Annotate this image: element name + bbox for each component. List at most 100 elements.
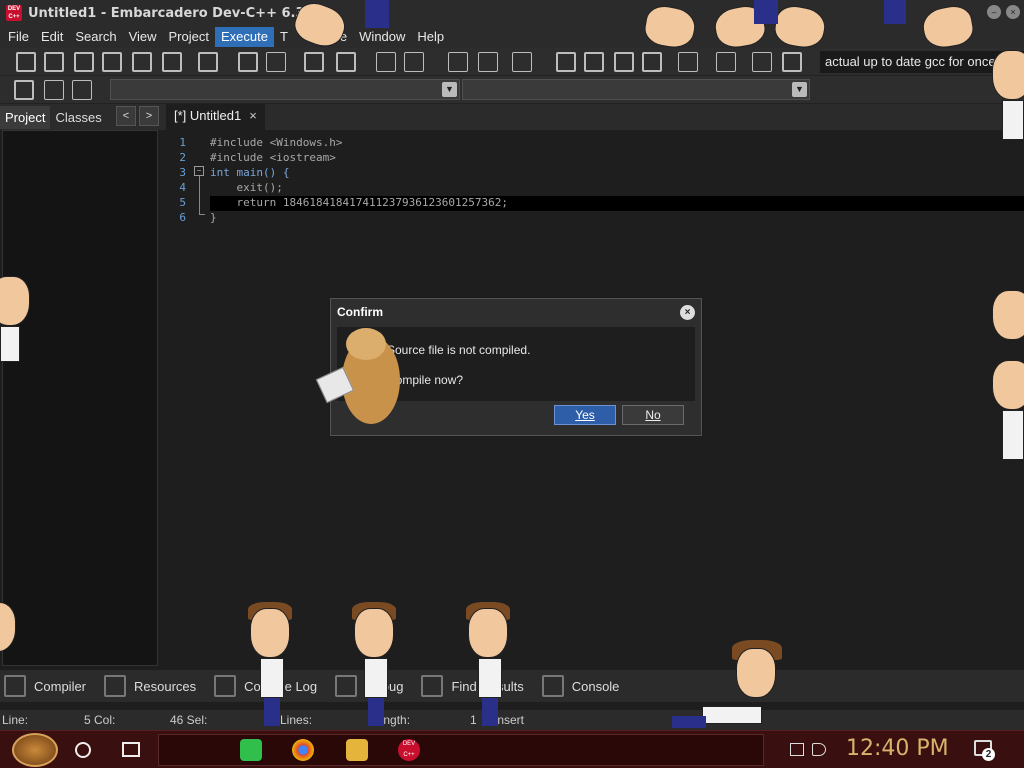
find-results-icon xyxy=(421,675,444,697)
open-folder-icon[interactable] xyxy=(44,52,64,72)
cartoon-character-sprite xyxy=(464,602,514,730)
find-icon[interactable] xyxy=(238,52,258,72)
close-tab-icon[interactable]: × xyxy=(249,108,257,123)
editor-tab-bar: [*] Untitled1 × xyxy=(162,104,1024,130)
cortana-icon[interactable] xyxy=(75,742,91,758)
face-icon xyxy=(289,0,351,53)
tab-console[interactable]: Console xyxy=(538,675,620,697)
tab-label: Compiler xyxy=(34,678,87,694)
cartoon-character-sprite xyxy=(884,0,994,56)
redo-icon[interactable] xyxy=(404,52,424,72)
close-file-icon[interactable] xyxy=(132,52,152,72)
face-icon xyxy=(250,608,290,658)
code-lines: #include <Windows.h> #include <iostream>… xyxy=(210,136,1024,226)
fold-guide xyxy=(199,176,200,214)
menu-file[interactable]: File xyxy=(2,27,35,47)
new-file-icon[interactable] xyxy=(16,52,36,72)
face-icon xyxy=(641,2,699,52)
compile-run-icon[interactable] xyxy=(614,52,634,72)
menu-help[interactable]: Help xyxy=(411,27,450,47)
replace-icon[interactable] xyxy=(266,52,286,72)
hamster-face-icon xyxy=(346,328,386,360)
function-browser-select[interactable]: ▼ xyxy=(462,79,810,100)
status-line: Line: xyxy=(2,713,29,727)
tab-project[interactable]: Project xyxy=(0,105,51,129)
face-icon xyxy=(0,602,16,652)
fold-minus-icon[interactable]: − xyxy=(194,166,204,176)
chrome-icon[interactable] xyxy=(292,739,314,761)
menu-search[interactable]: Search xyxy=(69,27,122,47)
save-icon[interactable] xyxy=(74,52,94,72)
cartoon-character-sprite xyxy=(350,602,400,730)
start-button-icon[interactable] xyxy=(12,733,58,767)
tab-label: Resources xyxy=(134,678,197,694)
tab-untitled1[interactable]: [*] Untitled1 × xyxy=(166,104,265,130)
undo-icon[interactable] xyxy=(376,52,396,72)
line-number: 3 xyxy=(179,166,186,179)
insert-icon[interactable] xyxy=(14,80,34,100)
face-icon xyxy=(736,648,776,698)
pants-shape xyxy=(482,698,498,726)
close-window-icon[interactable]: × xyxy=(1006,5,1020,19)
code-line: #include <Windows.h> xyxy=(210,136,343,149)
console-icon xyxy=(541,675,564,697)
tab-classes[interactable]: Classes xyxy=(50,106,106,129)
shirt-shape xyxy=(1002,410,1024,460)
project-options-icon[interactable] xyxy=(512,52,532,72)
tab-resources[interactable]: Resources xyxy=(100,675,196,697)
panel-prev-button[interactable]: < xyxy=(116,106,136,126)
devcpp-app-icon[interactable]: DEV C++ xyxy=(6,5,22,21)
menu-execute[interactable]: Execute xyxy=(214,27,274,47)
no-button[interactable]: No xyxy=(622,405,684,425)
task-view-icon[interactable] xyxy=(122,742,140,757)
chevron-down-icon[interactable]: ▼ xyxy=(442,82,457,97)
tab-label: Console xyxy=(571,678,620,694)
toggle-bookmark-icon[interactable] xyxy=(44,80,64,100)
menu-edit[interactable]: Edit xyxy=(35,27,69,47)
menu-project[interactable]: Project xyxy=(163,27,215,47)
cartoon-character-sprite xyxy=(640,0,860,56)
dialog-message: Source file is not compiled. xyxy=(387,343,531,357)
yes-button[interactable]: Yes xyxy=(554,405,616,425)
title-bar: DEV C++ Untitled1 - Embarcadero Dev-C++ … xyxy=(0,0,1024,26)
face-icon xyxy=(771,2,829,52)
hamster-sticker xyxy=(315,322,402,426)
code-line: #include <iostream> xyxy=(210,151,336,164)
status-col: 5 Col: xyxy=(84,713,116,727)
pants-shape xyxy=(672,716,706,728)
desktop: DEV C++ Untitled1 - Embarcadero Dev-C++ … xyxy=(0,0,1024,768)
project-tree[interactable] xyxy=(2,130,158,666)
dialog-close-icon[interactable]: × xyxy=(680,305,695,320)
compile-icon[interactable] xyxy=(556,52,576,72)
panel-next-button[interactable]: > xyxy=(139,106,159,126)
line-number: 1 xyxy=(179,136,186,149)
save-all-icon[interactable] xyxy=(102,52,122,72)
devcpp-taskbar-icon[interactable]: DEV C++ xyxy=(398,739,420,761)
pants-shape xyxy=(264,698,280,726)
shirt-shape xyxy=(1002,100,1024,140)
cartoon-character-sprite xyxy=(246,602,296,730)
class-browser-select[interactable]: ▼ xyxy=(110,79,460,100)
shirt-shape xyxy=(364,658,388,698)
goto-bookmark-icon[interactable] xyxy=(72,80,92,100)
volume-muted-icon[interactable] xyxy=(812,743,826,756)
clock[interactable]: 12:40 PM xyxy=(846,736,949,761)
face-icon xyxy=(992,360,1024,410)
remove-project-icon[interactable] xyxy=(478,52,498,72)
notes-app-icon[interactable] xyxy=(240,739,262,761)
shirt-shape xyxy=(702,706,762,724)
run-icon[interactable] xyxy=(584,52,604,72)
new-project-icon[interactable] xyxy=(448,52,468,72)
code-line: } xyxy=(210,211,217,224)
face-icon xyxy=(0,276,30,326)
line-number: 5 xyxy=(179,196,186,209)
cartoon-character-sprite xyxy=(988,290,1024,470)
network-icon[interactable] xyxy=(790,743,804,756)
menu-view[interactable]: View xyxy=(123,27,163,47)
chevron-down-icon[interactable]: ▼ xyxy=(792,82,807,97)
close-all-icon[interactable] xyxy=(162,52,182,72)
line-number: 4 xyxy=(179,181,186,194)
file-explorer-icon[interactable] xyxy=(346,739,368,761)
pants-shape xyxy=(365,0,389,28)
print-icon[interactable] xyxy=(198,52,218,72)
